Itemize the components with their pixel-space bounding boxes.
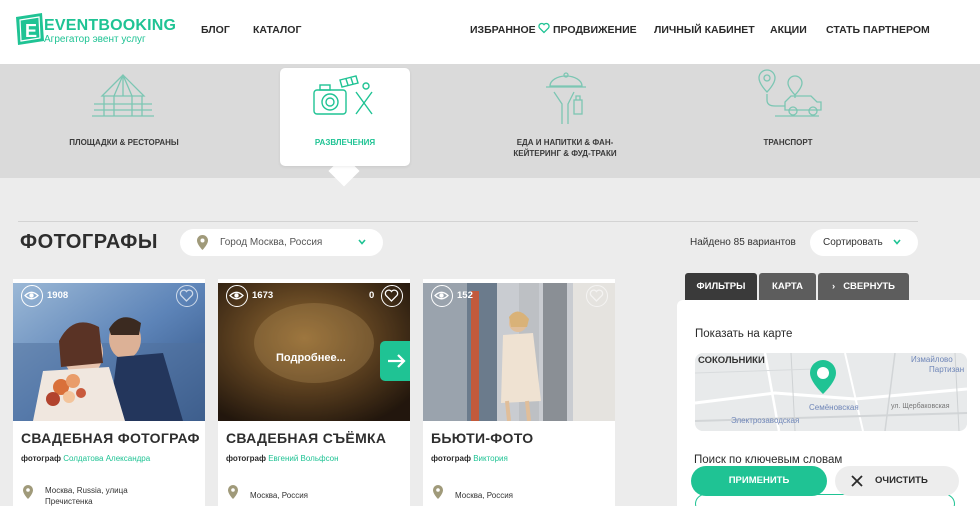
close-icon — [851, 475, 863, 487]
eye-icon — [226, 285, 248, 307]
logo-icon[interactable]: E — [12, 11, 48, 47]
listing-card[interactable]: 152 БЬЮТИ-ФОТО фотограф Виктория Москва,… — [423, 279, 615, 506]
sort-dropdown[interactable]: Сортировать — [810, 229, 918, 256]
apply-button[interactable]: ПРИМЕНИТЬ — [691, 466, 827, 496]
favorite-button[interactable] — [176, 285, 198, 307]
author-link[interactable]: Солдатова Александра — [63, 454, 150, 463]
favorites-count: 0 — [369, 290, 375, 301]
card-title[interactable]: СВАДЕБНАЯ СЪЁМКА — [226, 430, 406, 446]
category-entertainment-label[interactable]: РАЗВЛЕЧЕНИЯ — [280, 137, 410, 148]
views-count: 1673 — [252, 290, 274, 301]
map-label-semenovskaya: Семёновская — [809, 403, 859, 412]
map-label-izmailovo: Измайлово — [911, 355, 953, 364]
map-label-shcherbakovskaya: ул. Щербаковская — [891, 403, 950, 410]
category-venues-label[interactable]: ПЛОЩАДКИ & РЕСТОРАНЫ — [54, 137, 194, 148]
logo-tagline: Агрегатор эвент услуг — [44, 34, 146, 45]
author-link[interactable]: Евгений Вольфсон — [268, 454, 338, 463]
listing-card[interactable]: 1673 0 Подробнее... СВАДЕБНАЯ СЪЁМКА фот… — [218, 279, 410, 506]
card-location: Москва, Россия — [455, 491, 513, 500]
favorite-button[interactable] — [381, 285, 403, 307]
mini-map[interactable]: СОКОЛЬНИКИ Измайлово Партизан Семёновска… — [695, 353, 967, 431]
tab-map[interactable]: КАРТА — [759, 273, 816, 300]
show-on-map-label: Показать на карте — [695, 328, 793, 340]
location-pin-icon — [23, 485, 33, 499]
chevron-down-icon — [358, 239, 366, 245]
svg-text:E: E — [25, 21, 37, 41]
map-label-sokolniki: СОКОЛЬНИКИ — [698, 355, 765, 366]
next-arrow-button[interactable] — [380, 341, 410, 381]
nav-partner[interactable]: СТАТЬ ПАРТНЕРОМ — [826, 24, 930, 36]
city-select-value: Город Москва, Россия — [220, 237, 323, 248]
favorite-button[interactable] — [586, 285, 608, 307]
map-label-electrozavodskaya: Электрозаводская — [731, 416, 800, 425]
city-select[interactable]: Город Москва, Россия — [180, 229, 383, 256]
tent-icon[interactable] — [90, 72, 156, 122]
eye-icon — [21, 285, 43, 307]
route-car-icon[interactable] — [755, 68, 823, 120]
card-author: фотограф Виктория — [431, 454, 508, 463]
nav-favorites[interactable]: ИЗБРАННОЕ — [470, 24, 536, 36]
clear-label: ОЧИСТИТЬ — [875, 475, 928, 486]
details-link[interactable]: Подробнее... — [276, 352, 346, 364]
card-location: Москва, Россия — [250, 491, 308, 500]
logo-name[interactable]: EVENTBOOKING — [44, 17, 176, 35]
location-pin-icon — [228, 485, 238, 499]
category-transport-label[interactable]: ТРАНСПОРТ — [718, 137, 858, 148]
map-label-partizan: Партизан — [929, 365, 965, 374]
page-title: ФОТОГРАФЫ — [20, 231, 158, 253]
cloche-waiter-icon[interactable] — [544, 72, 592, 126]
keywords-label: Поиск по ключевым словам — [694, 454, 843, 466]
clear-button[interactable]: ОЧИСТИТЬ — [835, 466, 959, 496]
nav-promotion[interactable]: ПРОДВИЖЕНИЕ — [553, 24, 637, 36]
site-header: E EVENTBOOKING Агрегатор эвент услуг БЛО… — [0, 0, 980, 64]
camera-clapper-icon[interactable] — [310, 74, 380, 122]
nav-deals[interactable]: АКЦИИ — [770, 24, 807, 36]
listing-card[interactable]: 1908 СВАДЕБНАЯ ФОТОГРАФ фотограф Солдато… — [13, 279, 205, 506]
nav-blog[interactable]: БЛОГ — [201, 24, 230, 36]
location-pin-icon — [197, 235, 208, 250]
card-author: фотограф Солдатова Александра — [21, 454, 151, 463]
nav-catalog[interactable]: КАТАЛОГ — [253, 24, 301, 36]
views-count: 1908 — [47, 290, 69, 301]
card-location: Москва, Russia, улица Пречистенка — [45, 486, 128, 506]
card-author: фотограф Евгений Вольфсон — [226, 454, 339, 463]
card-title[interactable]: БЬЮТИ-ФОТО — [431, 430, 611, 446]
location-pin-icon — [433, 485, 443, 499]
author-link[interactable]: Виктория — [473, 454, 508, 463]
chevron-right-icon: › — [832, 281, 836, 292]
map-marker-icon[interactable] — [810, 360, 836, 394]
card-title[interactable]: СВАДЕБНАЯ ФОТОГРАФ — [21, 430, 201, 446]
section-divider — [18, 221, 918, 222]
tab-filters[interactable]: ФИЛЬТРЫ — [685, 273, 757, 300]
heart-icon[interactable] — [538, 22, 550, 34]
tab-collapse[interactable]: › СВЕРНУТЬ — [818, 273, 909, 300]
results-count: Найдено 85 вариантов — [690, 237, 796, 248]
category-food-label[interactable]: ЕДА И НАПИТКИ & ФАН- КЕЙТЕРИНГ & ФУД-ТРАК… — [495, 137, 635, 159]
nav-account[interactable]: ЛИЧНЫЙ КАБИНЕТ — [654, 24, 755, 36]
sort-label: Сортировать — [823, 237, 883, 248]
collapse-label: СВЕРНУТЬ — [843, 281, 895, 292]
eye-icon — [431, 285, 453, 307]
views-count: 152 — [457, 290, 473, 301]
chevron-down-icon — [893, 239, 901, 245]
